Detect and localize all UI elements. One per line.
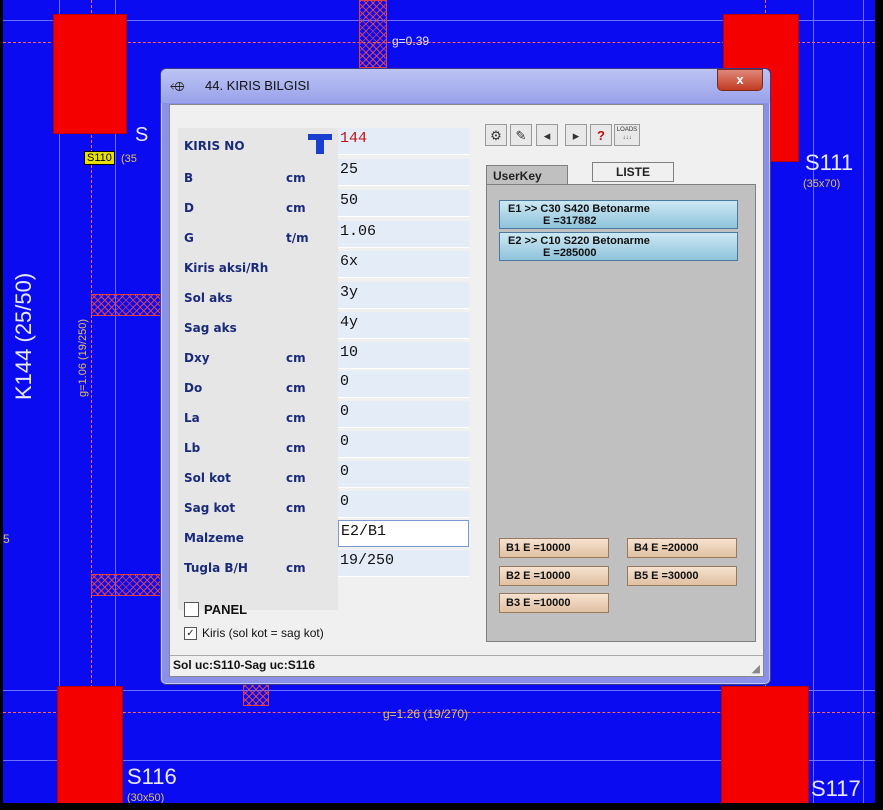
dialog-client: KIRIS NO 144 B cm 25 D cm 50 G t/m 1.06 … [169, 104, 764, 677]
field-value-dxy[interactable]: 10 [338, 342, 469, 369]
beam-info-dialog: ⬲ 44. KIRIS BILGISI x KIRIS NO 144 B cm … [160, 68, 771, 685]
field-value-d[interactable]: 50 [338, 190, 469, 217]
close-button[interactable]: x [717, 69, 763, 91]
field-unit: cm [286, 381, 306, 395]
userkey-panel: E1 >> C30 S420 Betonarme E =317882 E2 >>… [486, 184, 756, 642]
material-modulus: E =285000 [543, 247, 597, 259]
column-label: S [135, 124, 149, 146]
app-icon: ⬲ [170, 79, 185, 94]
field-unit: cm [286, 501, 306, 515]
field-unit: cm [286, 171, 306, 185]
field-value-sag-aks[interactable]: 4y [338, 312, 469, 339]
field-value-sag-kot[interactable]: 0 [338, 491, 469, 518]
brick-button-b4[interactable]: B4 E =20000 [627, 538, 737, 558]
dialog-title: 44. KIRIS BILGISI [205, 78, 310, 93]
material-button-e2[interactable]: E2 >> C10 S220 Betonarme E =285000 [499, 232, 738, 261]
field-unit: cm [286, 411, 306, 425]
field-value-la[interactable]: 0 [338, 401, 469, 428]
brick-button-b1[interactable]: B1 E =10000 [499, 538, 609, 558]
field-value-do[interactable]: 0 [338, 371, 469, 398]
field-unit: cm [286, 351, 306, 365]
panel-checkbox[interactable] [184, 602, 199, 617]
next-icon[interactable]: ▸ [565, 124, 587, 146]
grid-line [863, 0, 864, 803]
field-label: Sag aks [184, 321, 237, 335]
kiris-checkbox[interactable]: ✓ [184, 627, 197, 640]
resize-grip-icon[interactable]: ◢ [752, 662, 760, 675]
kiris-check-label: Kiris (sol kot = sag kot) [202, 626, 324, 640]
tab-liste[interactable]: LISTE [592, 162, 674, 182]
material-line: E1 >> C30 S420 Betonarme [508, 203, 650, 215]
field-unit: cm [286, 471, 306, 485]
field-label: Sol kot [184, 471, 231, 485]
material-line: E2 >> C10 S220 Betonarme [508, 235, 650, 247]
field-unit: cm [286, 201, 306, 215]
wall-hatch [91, 294, 161, 316]
field-label: Dxy [184, 351, 210, 365]
column-dim-label: (35 [121, 153, 137, 165]
field-unit: cm [286, 561, 306, 575]
previous-icon[interactable]: ◂ [536, 124, 558, 146]
field-label: D [184, 201, 194, 215]
field-label: La [184, 411, 200, 425]
field-label: B [184, 171, 194, 185]
field-label: Lb [184, 441, 201, 455]
field-value-sol-aks[interactable]: 3y [338, 282, 469, 309]
brick-button-b3[interactable]: B3 E =10000 [499, 593, 609, 613]
field-value-tugla[interactable]: 19/250 [338, 550, 469, 577]
wall-hatch [243, 684, 269, 706]
field-value-malzeme[interactable]: E2/B1 [338, 520, 469, 547]
column-dim-label: (30x50) [127, 792, 165, 803]
query-icon[interactable]: ? [590, 124, 612, 146]
column-tag-s110[interactable]: S110 [84, 151, 115, 165]
brick-button-b5[interactable]: B5 E =30000 [627, 566, 737, 586]
column-dim-label: (35x70) [803, 178, 841, 190]
field-label: Malzeme [184, 531, 244, 545]
field-label: Tugla B/H [184, 561, 248, 575]
tab-userkey[interactable]: UserKey [486, 165, 568, 185]
field-label: KIRIS NO [184, 139, 245, 153]
field-value-g[interactable]: 1.06 [338, 221, 469, 248]
field-value-b[interactable]: 25 [338, 159, 469, 186]
beam-load-label: g=1.06 (19/250) [77, 319, 89, 397]
grid-line [813, 0, 814, 803]
field-value-sol-kot[interactable]: 0 [338, 461, 469, 488]
loads-icon[interactable]: LOADS ↓↓↓ [614, 124, 640, 146]
field-label: Kiris aksi/Rh [184, 261, 269, 275]
material-button-e1[interactable]: E1 >> C30 S420 Betonarme E =317882 [499, 200, 738, 229]
status-bar: Sol uc:S110-Sag uc:S116 ◢ [170, 655, 763, 676]
wall-hatch [359, 0, 387, 68]
wall-hatch [91, 574, 161, 596]
loads-label: LOADS [616, 127, 638, 133]
axis-label: 5 [3, 532, 10, 546]
column-label-s117: S117 [811, 776, 861, 801]
column-label-s111: S111 [805, 150, 854, 175]
panel-label: PANEL [204, 602, 248, 617]
beam-label: K144 (25/50) [11, 272, 36, 400]
brick-button-b2[interactable]: B2 E =10000 [499, 566, 609, 586]
material-modulus: E =317882 [543, 215, 597, 227]
field-value-kiris-aksi[interactable]: 6x [338, 251, 469, 278]
field-label: Sol aks [184, 291, 233, 305]
column-s116[interactable] [57, 686, 123, 803]
field-label: Do [184, 381, 203, 395]
status-text: Sol uc:S110-Sag uc:S116 [173, 658, 316, 672]
help-tree-icon[interactable]: ⚙ [485, 124, 507, 146]
field-label: G [184, 231, 194, 245]
eraser-icon[interactable]: ✎ [510, 124, 532, 146]
beam-t-icon[interactable] [308, 134, 332, 154]
load-label: g=0.39 [392, 34, 430, 48]
load-label: g=1.26 (19/270) [383, 707, 469, 721]
field-unit: t/m [286, 231, 309, 245]
field-unit: cm [286, 441, 306, 455]
field-label: Sag kot [184, 501, 236, 515]
column-s110[interactable] [53, 14, 127, 134]
field-value-kiris-no[interactable]: 144 [338, 128, 469, 155]
title-bar[interactable]: ⬲ 44. KIRIS BILGISI x [161, 69, 770, 103]
column-s117[interactable] [721, 686, 809, 803]
field-value-lb[interactable]: 0 [338, 431, 469, 458]
column-label-s116: S116 [127, 764, 177, 789]
